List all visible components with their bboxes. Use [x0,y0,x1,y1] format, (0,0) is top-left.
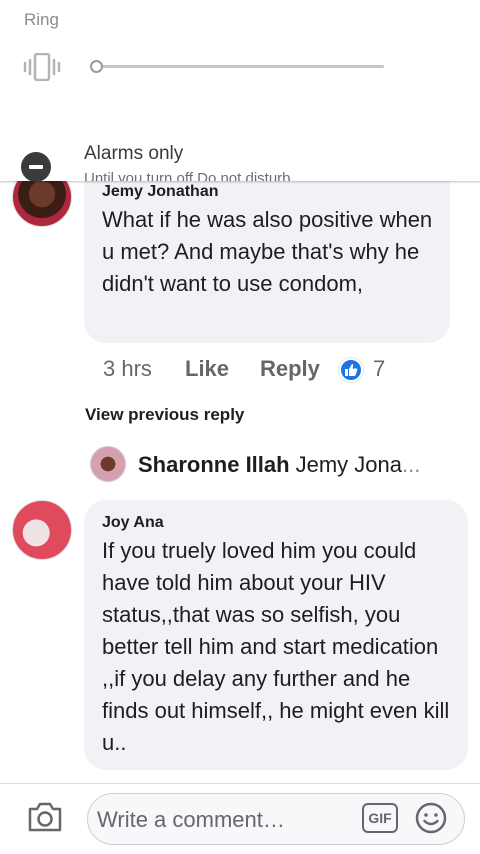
divider [0,783,480,784]
volume-slider-thumb[interactable] [90,60,103,73]
vibrate-icon[interactable] [23,52,61,82]
comment-text: If you truely loved him you could have t… [102,538,450,755]
comment-author[interactable]: Joy Ana [102,514,164,532]
ring-label: Ring [24,10,59,29]
avatar-joy-ana[interactable] [12,500,72,560]
comment-text: What if he was also positive when u met?… [102,207,433,296]
reply-preview[interactable]: Sharonne Illah Jemy Jona... [138,452,420,478]
volume-slider-track[interactable] [94,65,384,68]
gif-icon[interactable]: GIF [362,803,398,833]
alarms-only-label[interactable]: Alarms only [84,143,183,165]
comment-author[interactable]: Jemy Jonathan [102,183,218,201]
reply-author: Sharonne Illah [138,452,290,477]
comment-placeholder[interactable]: Write a comment… [97,807,285,833]
reply-button[interactable]: Reply [260,356,320,382]
reply-ellipsis: ... [401,452,421,477]
like-reaction-icon[interactable] [339,358,363,382]
volume-panel: Ring Alarms only Until you turn off Do n… [0,0,480,181]
camera-icon[interactable] [26,800,64,834]
do-not-disturb-icon[interactable] [21,152,51,182]
like-button[interactable]: Like [185,356,229,382]
until-label: Until you turn off Do not disturb [84,170,291,181]
avatar-sharonne-illah[interactable] [90,446,126,482]
reply-preview-text: Jemy Jona [295,452,402,477]
comment-timestamp[interactable]: 3 hrs [103,356,152,382]
reaction-count[interactable]: 7 [373,356,385,382]
view-previous-reply-link[interactable]: View previous reply [85,405,244,425]
emoji-icon[interactable] [414,801,448,835]
